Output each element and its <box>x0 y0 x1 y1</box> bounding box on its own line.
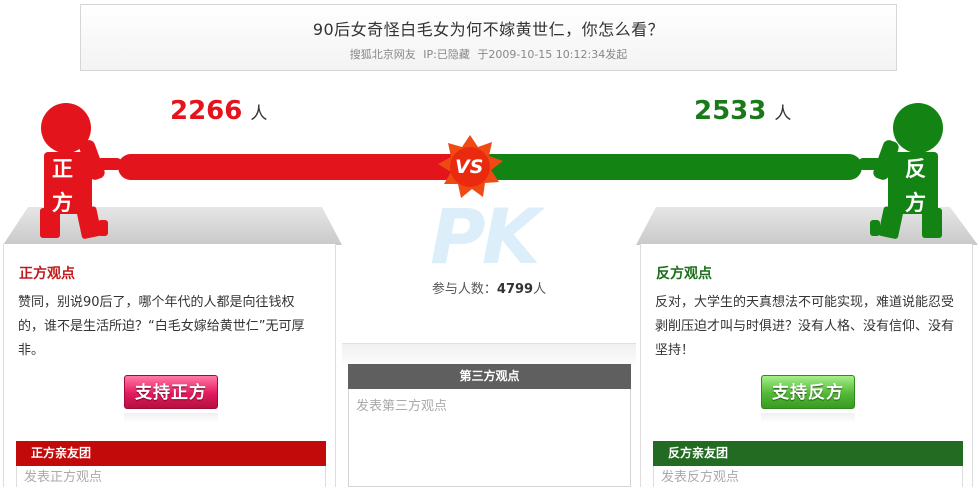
third-party-heading: 第三方观点 <box>348 364 631 389</box>
pk-debate-page: 90后女奇怪白毛女为何不嫁黄世仁，你怎么看？ 搜狐北京网友 IP:已隐藏 于20… <box>0 0 978 487</box>
con-heading: 反方观点 <box>656 266 712 282</box>
support-con-button[interactable]: 支持反方 <box>761 375 855 409</box>
topic-ip: IP:已隐藏 <box>423 48 470 61</box>
participants-value: 4799 <box>496 282 534 297</box>
topic-meta: 搜狐北京网友 IP:已隐藏 于2009-10-15 10:12:34发起 <box>81 46 896 62</box>
con-figure-label-bottom: 方 <box>905 191 926 215</box>
pro-opinion-input[interactable]: 发表正方观点 <box>16 466 326 487</box>
con-figure-label-top: 反 <box>905 157 926 181</box>
support-con-button-reflection <box>761 413 855 423</box>
pro-heading: 正方观点 <box>19 266 75 282</box>
topic-title: 90后女奇怪白毛女为何不嫁黄世仁，你怎么看？ <box>312 20 665 39</box>
pk-watermark: PK <box>430 192 541 281</box>
support-pro-button-reflection <box>124 413 218 423</box>
pro-opinion-text: 赞同，别说90后了，哪个年代的人都是向往钱权的，谁不是生活所迫？“白毛女嫁给黄世… <box>18 295 305 358</box>
vs-label: VS <box>455 156 484 178</box>
topic-header: 90后女奇怪白毛女为何不嫁黄世仁，你怎么看？ 搜狐北京网友 IP:已隐藏 于20… <box>80 4 897 71</box>
pro-club-heading: 正方亲友团 <box>16 441 326 466</box>
support-pro-button[interactable]: 支持正方 <box>124 375 218 409</box>
pro-figure-label-bottom: 方 <box>52 191 73 215</box>
pro-rope <box>118 154 478 180</box>
pro-panel: 正方观点 赞同，别说90后了，哪个年代的人都是向往钱权的，谁不是生活所迫？“白毛… <box>3 244 336 487</box>
participants-unit: 人 <box>533 282 547 297</box>
con-panel: 反方观点 反对，大学生的天真想法不可能实现，难道说能忍受剥削压迫才叫与时俱进？没… <box>640 244 973 487</box>
con-club-heading: 反方亲友团 <box>653 441 963 466</box>
con-opinion-text: 反对，大学生的天真想法不可能实现，难道说能忍受剥削压迫才叫与时俱进？没有人格、没… <box>655 295 955 358</box>
pro-figure-label-top: 正 <box>52 157 73 181</box>
third-party-input[interactable]: 发表第三方观点 <box>348 389 631 487</box>
topic-time: 于2009-10-15 10:12:34发起 <box>477 48 628 61</box>
participants-count: 参与人数：4799人 <box>400 278 578 297</box>
con-rope <box>478 154 862 180</box>
topic-author: 搜狐北京网友 <box>349 48 416 61</box>
con-figure-icon <box>858 103 943 239</box>
con-opinion-input[interactable]: 发表反方观点 <box>653 466 963 487</box>
participants-label: 参与人数： <box>431 282 497 297</box>
